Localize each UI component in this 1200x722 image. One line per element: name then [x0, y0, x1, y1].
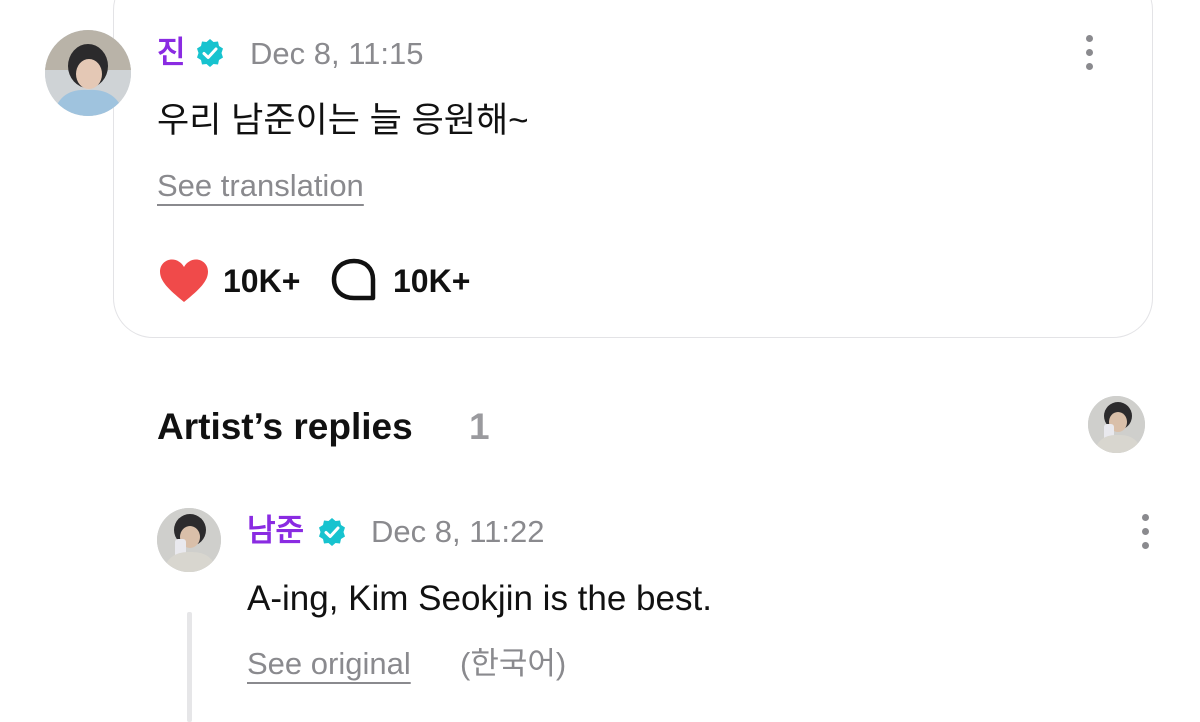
replier-avatar-small[interactable]: [1088, 396, 1145, 453]
artist-replies-title: Artist’s replies: [157, 406, 413, 447]
post-author-name[interactable]: 진: [157, 38, 186, 69]
verified-badge-icon: [319, 518, 345, 546]
comment-bubble-icon[interactable]: [330, 258, 378, 304]
post-text: 우리 남준이는 늘 응원해~: [157, 101, 529, 140]
reply-text: A-ing, Kim Seokjin is the best.: [247, 579, 712, 618]
post-timestamp: Dec 8, 11:15: [250, 36, 424, 71]
see-original-link[interactable]: See original: [247, 648, 411, 679]
reply-author-avatar[interactable]: [157, 508, 221, 572]
see-translation-link[interactable]: See translation: [157, 170, 364, 201]
original-language: (한국어): [460, 646, 567, 681]
reply-timestamp: Dec 8, 11:22: [371, 514, 545, 549]
post-more-options-icon[interactable]: [1083, 35, 1095, 71]
like-count: 10K+: [223, 263, 301, 299]
thread-line: [187, 612, 192, 722]
verified-badge-icon: [197, 39, 223, 67]
post-author-avatar[interactable]: [45, 30, 131, 116]
reply-author-name[interactable]: 남준: [247, 516, 304, 547]
artist-replies-count: 1: [469, 406, 490, 447]
heart-icon[interactable]: [158, 258, 210, 304]
reply-more-options-icon[interactable]: [1139, 514, 1151, 550]
comment-count: 10K+: [393, 263, 471, 299]
